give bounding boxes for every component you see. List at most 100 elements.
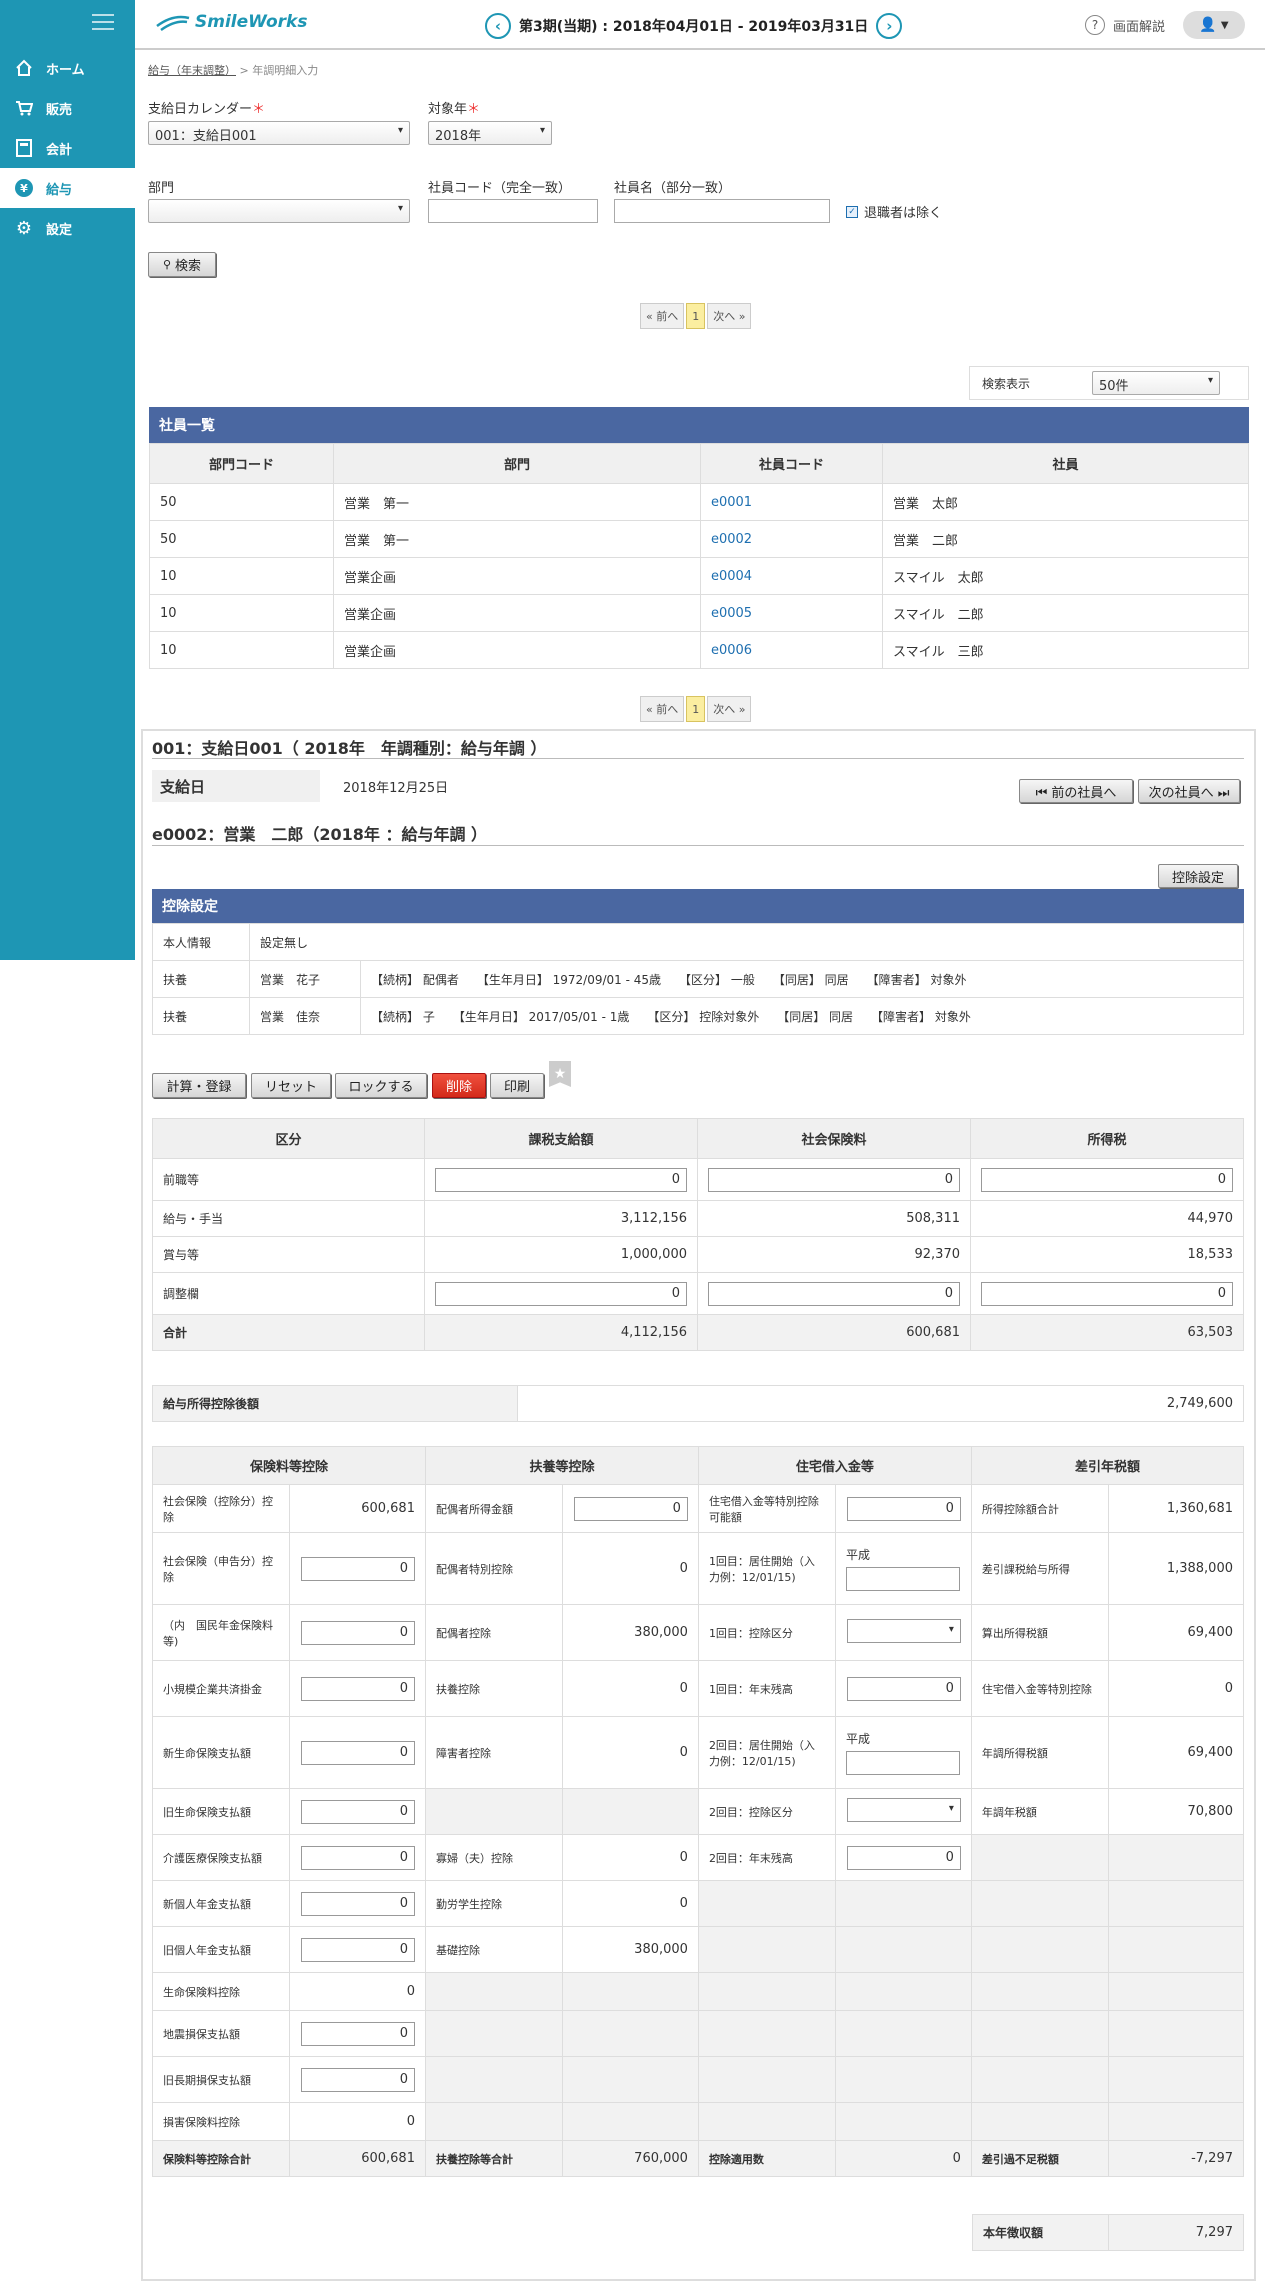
page-1-button[interactable]: 1 (686, 303, 706, 329)
sidebar-item-sales[interactable]: 販売 (0, 88, 135, 128)
sidebar-item-settings[interactable]: ⚙ 設定 (0, 208, 135, 248)
calc-amount-input[interactable]: 0 (846, 1496, 961, 1521)
employee-code-link[interactable]: e0001 (700, 483, 883, 521)
summary-amount-input[interactable]: 0 (708, 1281, 960, 1306)
app-logo[interactable]: SmileWorks (155, 12, 307, 32)
calc-total-value: 760,000 (561, 2140, 699, 2177)
calc-row: 損害保険料控除 0 (152, 2102, 1245, 2141)
calc-amount-input[interactable]: 0 (300, 1937, 415, 1962)
summary-amount-input[interactable]: 0 (435, 1167, 687, 1192)
calc-label (424, 2010, 563, 2057)
menu-toggle-icon[interactable] (92, 14, 114, 30)
breadcrumb-parent-link[interactable]: 給与（年末調整） (148, 64, 236, 77)
employee-code-link[interactable]: e0004 (700, 557, 883, 595)
table-row[interactable]: 10 営業企画 e0004 スマイル 太郎 (149, 557, 1249, 595)
calc-label (697, 2056, 836, 2103)
move-in-date-input[interactable] (845, 1567, 960, 1591)
table-row[interactable]: 50 営業 第一 e0001 営業 太郎 (149, 483, 1249, 521)
calendar-select[interactable]: 001：支給日001 (148, 121, 410, 145)
calc-amount-input[interactable]: 0 (846, 1845, 961, 1870)
calc-amount-input[interactable]: 0 (300, 2021, 415, 2046)
prev-employee-button[interactable]: ⏮ 前の社員へ (1019, 779, 1133, 803)
calc-amount-input[interactable]: 0 (300, 1556, 415, 1581)
calc-label (970, 1972, 1109, 2011)
calc-label: 勤労学生控除 (424, 1880, 563, 1927)
calc-label: 旧長期損保支払額 (152, 2056, 290, 2103)
year-select[interactable]: 2018年 (428, 121, 552, 145)
summary-amount-input[interactable]: 0 (981, 1281, 1233, 1306)
calculate-register-button[interactable]: 計算・登録 (152, 1073, 246, 1098)
print-button[interactable]: 印刷 (490, 1073, 544, 1098)
employee-code-link[interactable]: e0006 (700, 631, 883, 669)
help-link[interactable]: ? 画面解説 (1085, 15, 1165, 35)
calc-amount-input[interactable]: 0 (300, 1799, 415, 1824)
deduction-type: 本人情報 (152, 923, 250, 961)
calc-amount-input[interactable]: 0 (300, 1620, 415, 1645)
calc-label (424, 2056, 563, 2103)
table-row[interactable]: 50 営業 第一 e0002 営業 二郎 (149, 520, 1249, 558)
sidebar-item-accounting[interactable]: 会計 (0, 128, 135, 168)
after-deduction-value: 2,749,600 (517, 1385, 1244, 1422)
employee-name-input[interactable] (614, 199, 830, 223)
move-in-date-input[interactable] (845, 1751, 960, 1775)
deduction-settings-button[interactable]: 控除設定 (1158, 864, 1238, 888)
calc-label (424, 1788, 563, 1835)
calc-amount-input[interactable]: 0 (846, 1676, 961, 1701)
question-icon: ? (1085, 15, 1105, 35)
prev-page-button[interactable]: « 前へ (640, 303, 685, 329)
calc-label: 所得控除額合計 (970, 1484, 1109, 1533)
calc-value-cell (561, 1788, 699, 1835)
reset-button[interactable]: リセット (251, 1073, 331, 1098)
department-select[interactable] (148, 199, 410, 223)
table-row[interactable]: 10 営業企画 e0006 スマイル 三郎 (149, 631, 1249, 669)
gear-icon: ⚙ (15, 217, 33, 239)
search-button[interactable]: ⚲ 検索 (148, 252, 216, 277)
lock-button[interactable]: ロックする (335, 1073, 427, 1098)
next-page-button[interactable]: 次へ » (707, 303, 752, 329)
summary-amount-input[interactable]: 0 (981, 1167, 1233, 1192)
summary-cell: 63,503 (970, 1314, 1244, 1351)
calc-amount-input[interactable]: 0 (300, 1676, 415, 1701)
next-period-icon[interactable]: › (876, 13, 903, 39)
table-row[interactable]: 10 営業企画 e0005 スマイル 二郎 (149, 594, 1249, 632)
summary-amount-input[interactable]: 0 (435, 1281, 687, 1306)
prev-period-icon[interactable]: ‹ (485, 13, 511, 39)
calc-value-cell: 380,000 (561, 1926, 699, 1973)
prev-page-button[interactable]: « 前へ (640, 696, 685, 722)
next-page-button[interactable]: 次へ » (707, 696, 752, 722)
calc-row: 介護医療保険支払額 0 寡婦（夫）控除 0 2回目：年末残高 0 (152, 1834, 1245, 1881)
col-header: 部門 (333, 443, 701, 484)
employee-code-label: 社員コード（完全一致） (428, 181, 572, 196)
calc-value-cell (561, 2102, 699, 2141)
calc-label (697, 1880, 836, 1927)
summary-row-label: 調整欄 (152, 1272, 425, 1315)
table-cell: 10 (149, 631, 334, 669)
sidebar-item-payroll[interactable]: ¥ 給与 (0, 168, 135, 208)
calc-amount-input[interactable]: 0 (573, 1496, 688, 1521)
calc-amount-input[interactable]: 0 (300, 2067, 415, 2092)
deduction-type-select[interactable] (846, 1618, 961, 1643)
employee-code-link[interactable]: e0005 (700, 594, 883, 632)
dependent-detail: 【続柄】 子 【生年月日】 2017/05/01 - 1歳 【区分】 控除対象外… (360, 997, 1244, 1035)
delete-button[interactable]: 削除 (432, 1073, 486, 1098)
calc-amount-input[interactable]: 0 (300, 1891, 415, 1916)
next-employee-button[interactable]: 次の社員へ ⏭ (1138, 779, 1240, 803)
sidebar-item-home[interactable]: ホーム (0, 48, 135, 88)
calc-total-label: 控除適用数 (697, 2140, 836, 2177)
user-menu-button[interactable]: 👤 ▼ (1183, 11, 1245, 39)
deduction-type-select[interactable] (846, 1797, 961, 1822)
calc-label: 1回目：控除区分 (697, 1604, 836, 1661)
page-1-button[interactable]: 1 (686, 696, 706, 722)
exclude-retired-checkbox[interactable]: ✓ 退職者は除く (846, 202, 942, 221)
calc-label: 地震損保支払額 (152, 2010, 290, 2057)
calc-value-cell: 平成 (834, 1532, 972, 1605)
summary-amount-input[interactable]: 0 (708, 1167, 960, 1192)
calc-value-cell (1107, 2102, 1245, 2141)
display-count-select[interactable]: 50件 (1092, 371, 1220, 395)
employee-code-input[interactable] (428, 199, 598, 223)
employee-code-link[interactable]: e0002 (700, 520, 883, 558)
calc-value-cell: 0 (561, 1660, 699, 1717)
calc-amount-input[interactable]: 0 (300, 1740, 415, 1765)
table-cell: スマイル 三郎 (882, 631, 1249, 669)
calc-amount-input[interactable]: 0 (300, 1845, 415, 1870)
